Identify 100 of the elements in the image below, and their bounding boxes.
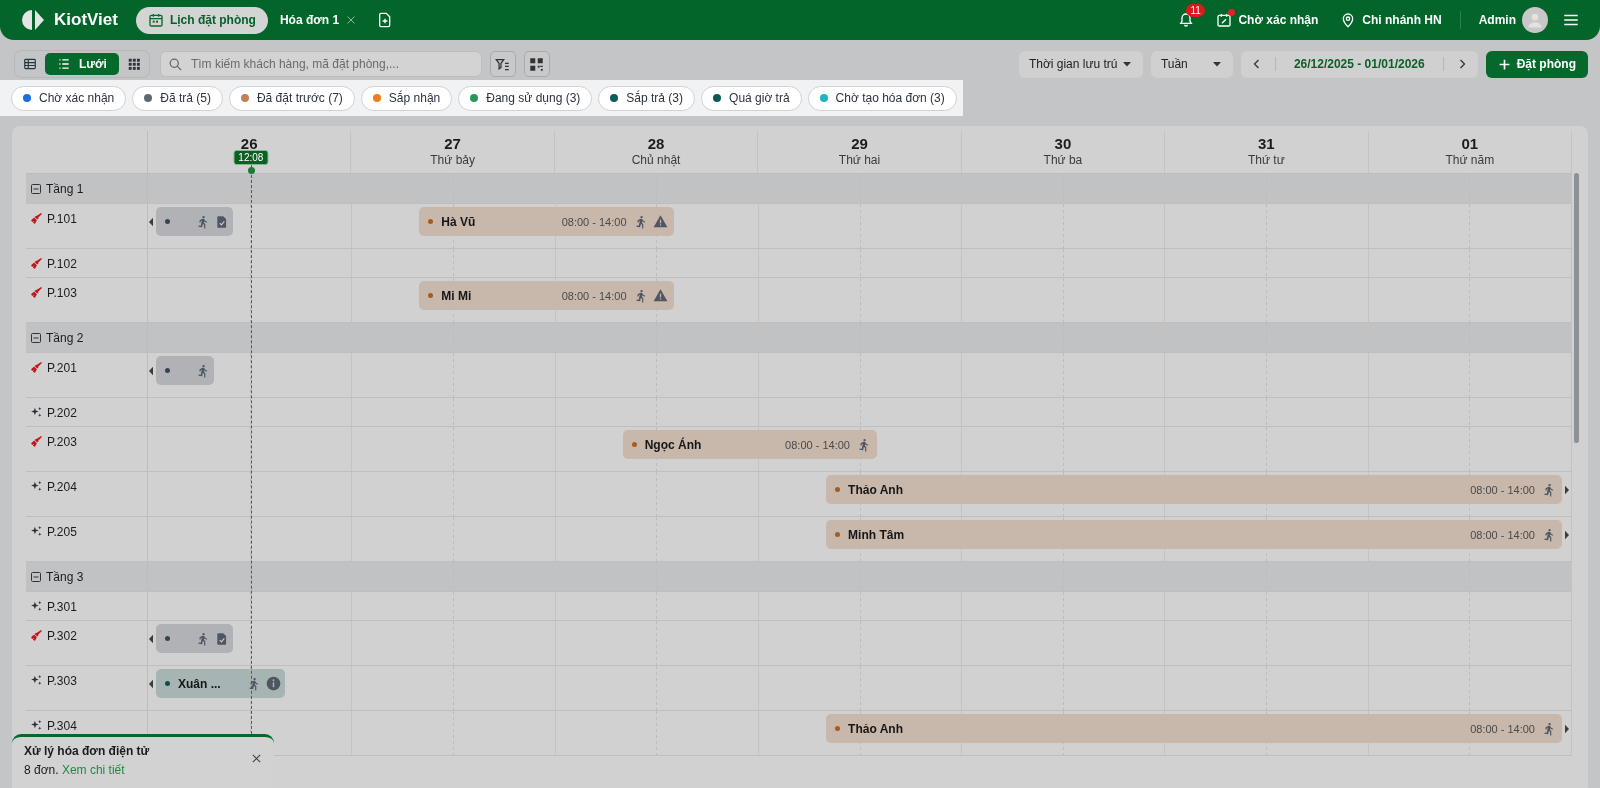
table-view-icon (23, 57, 37, 71)
caret-left-icon (148, 366, 154, 376)
caret-right-icon (1564, 724, 1570, 734)
current-time-dot (247, 167, 255, 174)
status-filter-chip[interactable]: Chờ tạo hóa đơn (3) (807, 85, 957, 111)
day-number: 29 (851, 135, 868, 152)
booking-time: 08:00 - 14:00 (1470, 722, 1535, 735)
weekday-label: Thứ năm (1445, 153, 1495, 167)
collapse-icon[interactable] (30, 570, 42, 583)
guest-name: Minh Tâm (848, 527, 905, 542)
room-name: P.204 (47, 480, 77, 494)
person-icon (1526, 11, 1544, 29)
guest-name: Thảo Anh (848, 721, 903, 736)
room-name: P.201 (47, 361, 77, 375)
day-number: 27 (444, 135, 461, 152)
room-name: P.101 (47, 212, 77, 226)
status-filter-chip[interactable]: Đang sử dụng (3) (458, 85, 593, 111)
collapse-icon[interactable] (30, 182, 42, 195)
room-name: P.103 (47, 286, 77, 300)
caret-right-icon (1564, 530, 1570, 540)
bell-icon[interactable] (1178, 12, 1195, 28)
list-view-icon (57, 57, 71, 71)
grid-view-icon (126, 57, 141, 71)
day-number: 30 (1054, 135, 1072, 152)
close-icon[interactable] (345, 14, 358, 26)
caret-left-icon (148, 679, 154, 689)
branch-selector[interactable]: Chi nhánh HN (1362, 13, 1442, 27)
room-name: P.102 (47, 257, 77, 271)
avatar[interactable] (1522, 7, 1548, 33)
booking-block[interactable] (156, 356, 214, 385)
status-filter-chip[interactable]: Đã trả (5) (132, 85, 223, 111)
weekday-label: Thứ bảy (430, 153, 475, 167)
book-room-button[interactable]: Đặt phòng (1485, 50, 1588, 78)
room-name: P.303 (47, 674, 77, 688)
booking-time: 08:00 - 14:00 (785, 438, 850, 451)
user-name[interactable]: Admin (1478, 13, 1516, 27)
view-toggle[interactable]: Lưới (45, 53, 119, 75)
guest-name: Ngọc Ánh (644, 437, 702, 452)
booking-block[interactable] (156, 207, 233, 236)
booking-block[interactable]: Hà Vũ 08:00 - 14:00 (419, 207, 674, 236)
day-number: 01 (1461, 135, 1479, 152)
booking-block[interactable]: Mi Mi 08:00 - 14:00 (419, 281, 674, 310)
booking-time: 08:00 - 14:00 (561, 289, 627, 302)
plus-icon (1497, 57, 1511, 71)
page-tab[interactable]: Lịch đặt phòng (135, 6, 268, 34)
collapse-icon[interactable] (30, 331, 42, 344)
caret-left-icon (148, 217, 154, 227)
booking-time: 08:00 - 14:00 (1470, 483, 1535, 496)
close-icon (251, 753, 262, 764)
room-name: P.301 (47, 600, 77, 614)
room-name: P.203 (47, 435, 77, 449)
status-filter-chip[interactable]: Quá giờ trả (701, 85, 802, 111)
calendar-edit-icon[interactable] (1216, 12, 1233, 28)
close-button[interactable] (251, 753, 262, 764)
room-name: P.304 (47, 719, 77, 733)
booking-block[interactable] (156, 624, 233, 653)
floor-name: Tầng 2 (46, 330, 84, 345)
filter-button[interactable] (489, 51, 516, 77)
qr-code-icon (529, 56, 545, 72)
caret-right-icon (1564, 485, 1570, 495)
booking-block[interactable]: Xuân ... (156, 669, 285, 698)
pending-link[interactable]: Chờ xác nhận (1238, 13, 1319, 27)
room-name: P.205 (47, 525, 77, 539)
day-number: 26 (240, 135, 258, 152)
guest-name: Thảo Anh (848, 482, 903, 497)
search-field[interactable]: Tìm kiếm khách hàng, mã đặt phòng,... (159, 51, 482, 77)
status-filter-chip[interactable]: Sắp nhận (360, 85, 453, 111)
booking-block[interactable]: Ngọc Ánh 08:00 - 14:00 (622, 430, 877, 459)
guest-name: Hà Vũ (441, 214, 476, 229)
booking-time: 08:00 - 14:00 (1470, 528, 1535, 541)
weekday-label: Thứ tư (1247, 153, 1285, 167)
toast-title: Xử lý hóa đơn điện tử (24, 744, 150, 758)
weekday-label: Thứ ba (1043, 153, 1083, 167)
guest-name: Mi Mi (441, 288, 472, 303)
brand-name: KiotViet (54, 10, 118, 30)
qr-code-button[interactable] (523, 51, 550, 77)
page-tab[interactable]: Hóa đơn 1 (267, 6, 370, 34)
day-number: 31 (1258, 135, 1275, 152)
status-filter-chip[interactable]: Đã đặt trước (7) (228, 85, 355, 111)
scrollbar[interactable] (1574, 173, 1579, 443)
room-name: P.202 (47, 406, 77, 420)
weekday-label: Thứ hai (838, 153, 881, 167)
caret-left-icon (148, 634, 154, 644)
status-filter-chip[interactable]: Sắp trả (3) (598, 85, 696, 111)
booking-block[interactable]: Thảo Anh 08:00 - 14:00 (826, 714, 1562, 743)
booking-block[interactable]: Thảo Anh 08:00 - 14:00 (826, 475, 1562, 504)
toast-message: 8 đơn. Xem chi tiết (24, 763, 125, 777)
status-filter-chip[interactable]: Chờ xác nhận (11, 85, 127, 111)
booking-block[interactable]: Minh Tâm 08:00 - 14:00 (826, 520, 1562, 549)
notification-badge: 11 (1186, 4, 1205, 17)
room-name: P.302 (47, 629, 77, 643)
day-number: 28 (647, 135, 665, 152)
stay-time-dropdown[interactable]: Thời gian lưu trú (1018, 50, 1143, 78)
period-dropdown[interactable]: Tuần (1150, 50, 1233, 78)
date-range: 26/12/2025 - 01/01/2026 (1274, 57, 1444, 71)
floor-name: Tầng 3 (46, 569, 84, 584)
guest-name: Xuân ... (178, 676, 221, 691)
calendar-icon (147, 12, 164, 28)
floor-name: Tầng 1 (46, 181, 84, 196)
filter-icon (495, 56, 511, 72)
